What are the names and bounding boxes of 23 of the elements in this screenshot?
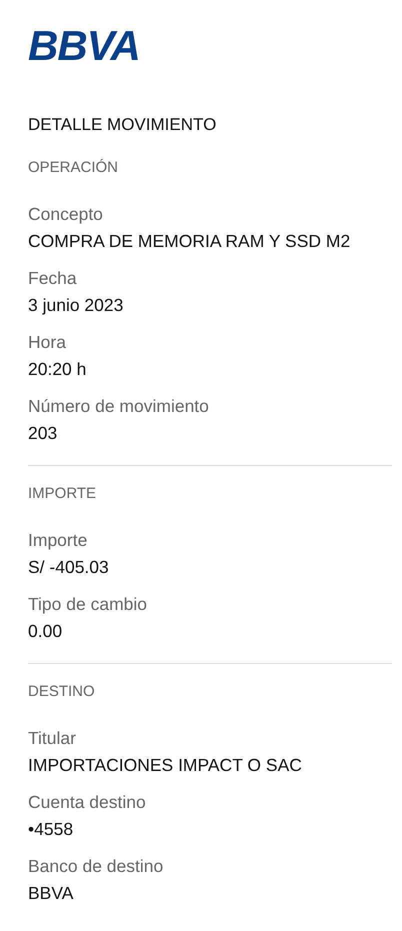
field-label: Número de movimiento — [28, 395, 209, 418]
section-header: DESTINO — [28, 682, 95, 702]
field-label: Importe — [28, 529, 88, 552]
section-header: IMPORTE — [28, 484, 96, 504]
field-value: 20:20 h — [28, 358, 86, 381]
field-value: COMPRA DE MEMORIA RAM Y SSD M2 — [28, 230, 350, 253]
field-value: 3 junio 2023 — [28, 294, 124, 317]
field-label: Tipo de cambio — [28, 593, 147, 616]
page-title: DETALLE MOVIMIENTO — [28, 114, 216, 136]
field-label: Hora — [28, 331, 66, 354]
field-value: IMPORTACIONES IMPACT O SAC — [28, 754, 302, 777]
field-value: 0.00 — [28, 620, 62, 643]
field-value: •4558 — [28, 818, 74, 841]
field-label: Concepto — [28, 203, 103, 226]
section-header: OPERACIÓN — [28, 158, 118, 178]
bank-logo: BBVA — [28, 24, 140, 68]
field-label: Fecha — [28, 267, 77, 290]
field-value: S/ -405.03 — [28, 556, 109, 579]
field-value: BBVA — [28, 882, 74, 905]
field-value: 203 — [28, 422, 58, 445]
field-label: Banco de destino — [28, 855, 164, 878]
field-label: Cuenta destino — [28, 791, 146, 814]
field-label: Titular — [28, 727, 76, 750]
